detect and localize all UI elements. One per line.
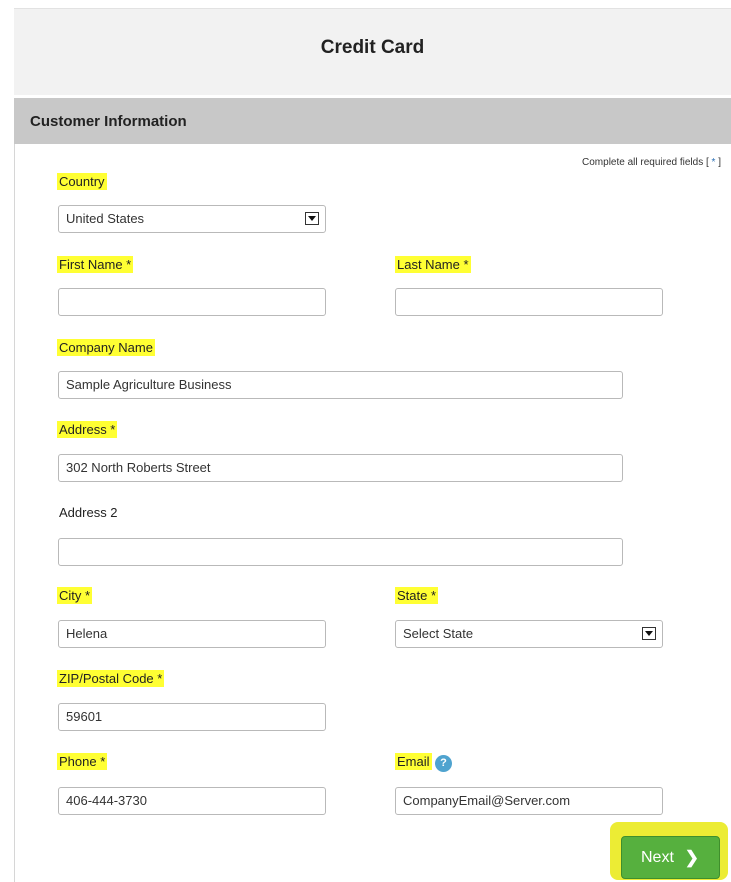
city-input[interactable]: Helena bbox=[58, 620, 326, 648]
address2-input[interactable] bbox=[58, 538, 623, 566]
required-star: * bbox=[711, 157, 716, 168]
last-name-label: Last Name * bbox=[395, 256, 471, 273]
company-name-input[interactable]: Sample Agriculture Business bbox=[58, 371, 623, 399]
page-header: Credit Card bbox=[14, 8, 731, 95]
email-label-text: Email bbox=[395, 753, 432, 770]
first-name-input[interactable] bbox=[58, 288, 326, 316]
chevron-right-icon: ❯ bbox=[684, 848, 699, 867]
city-label: City * bbox=[57, 587, 93, 604]
country-select-value: United States bbox=[66, 211, 145, 226]
zip-input[interactable]: 59601 bbox=[58, 703, 326, 731]
company-name-label: Company Name bbox=[57, 339, 155, 356]
address-input[interactable]: 302 North Roberts Street bbox=[58, 454, 623, 482]
last-name-label-text: Last Name * bbox=[395, 256, 471, 273]
section-header: Customer Information bbox=[14, 98, 731, 144]
city-label-text: City * bbox=[57, 587, 93, 604]
state-select-value: Select State bbox=[403, 626, 474, 641]
email-input[interactable]: CompanyEmail@Server.com bbox=[395, 787, 663, 815]
form-border bbox=[14, 144, 15, 882]
next-button[interactable]: Next ❯ bbox=[621, 836, 720, 879]
page-title: Credit Card bbox=[320, 37, 425, 58]
required-fields-note: Complete all required fields [ * ] bbox=[500, 157, 721, 168]
address-label: Address * bbox=[57, 421, 118, 438]
next-button-label: Next bbox=[641, 849, 674, 866]
state-select[interactable]: Select State bbox=[395, 620, 663, 648]
chevron-down-icon[interactable] bbox=[305, 212, 319, 225]
phone-input[interactable]: 406-444-3730 bbox=[58, 787, 326, 815]
country-label-text: Country bbox=[57, 173, 107, 190]
required-note-close: ] bbox=[718, 157, 721, 168]
email-label: Email bbox=[395, 753, 432, 770]
country-select[interactable]: United States bbox=[58, 205, 326, 233]
section-title: Customer Information bbox=[30, 113, 187, 130]
chevron-down-icon[interactable] bbox=[642, 627, 656, 640]
first-name-label: First Name * bbox=[57, 256, 134, 273]
address-label-text: Address * bbox=[57, 421, 118, 438]
company-name-label-text: Company Name bbox=[57, 339, 155, 356]
country-label: Country bbox=[57, 173, 107, 190]
zip-label: ZIP/Postal Code * bbox=[57, 670, 165, 687]
last-name-input[interactable] bbox=[395, 288, 663, 316]
first-name-label-text: First Name * bbox=[57, 256, 134, 273]
help-icon[interactable]: ? bbox=[435, 755, 452, 772]
phone-label: Phone * bbox=[57, 753, 108, 770]
required-note-text: Complete all required fields [ bbox=[582, 157, 709, 168]
state-label-text: State * bbox=[395, 587, 439, 604]
zip-label-text: ZIP/Postal Code * bbox=[57, 670, 165, 687]
address2-label: Address 2 bbox=[59, 505, 118, 520]
phone-label-text: Phone * bbox=[57, 753, 108, 770]
state-label: State * bbox=[395, 587, 439, 604]
